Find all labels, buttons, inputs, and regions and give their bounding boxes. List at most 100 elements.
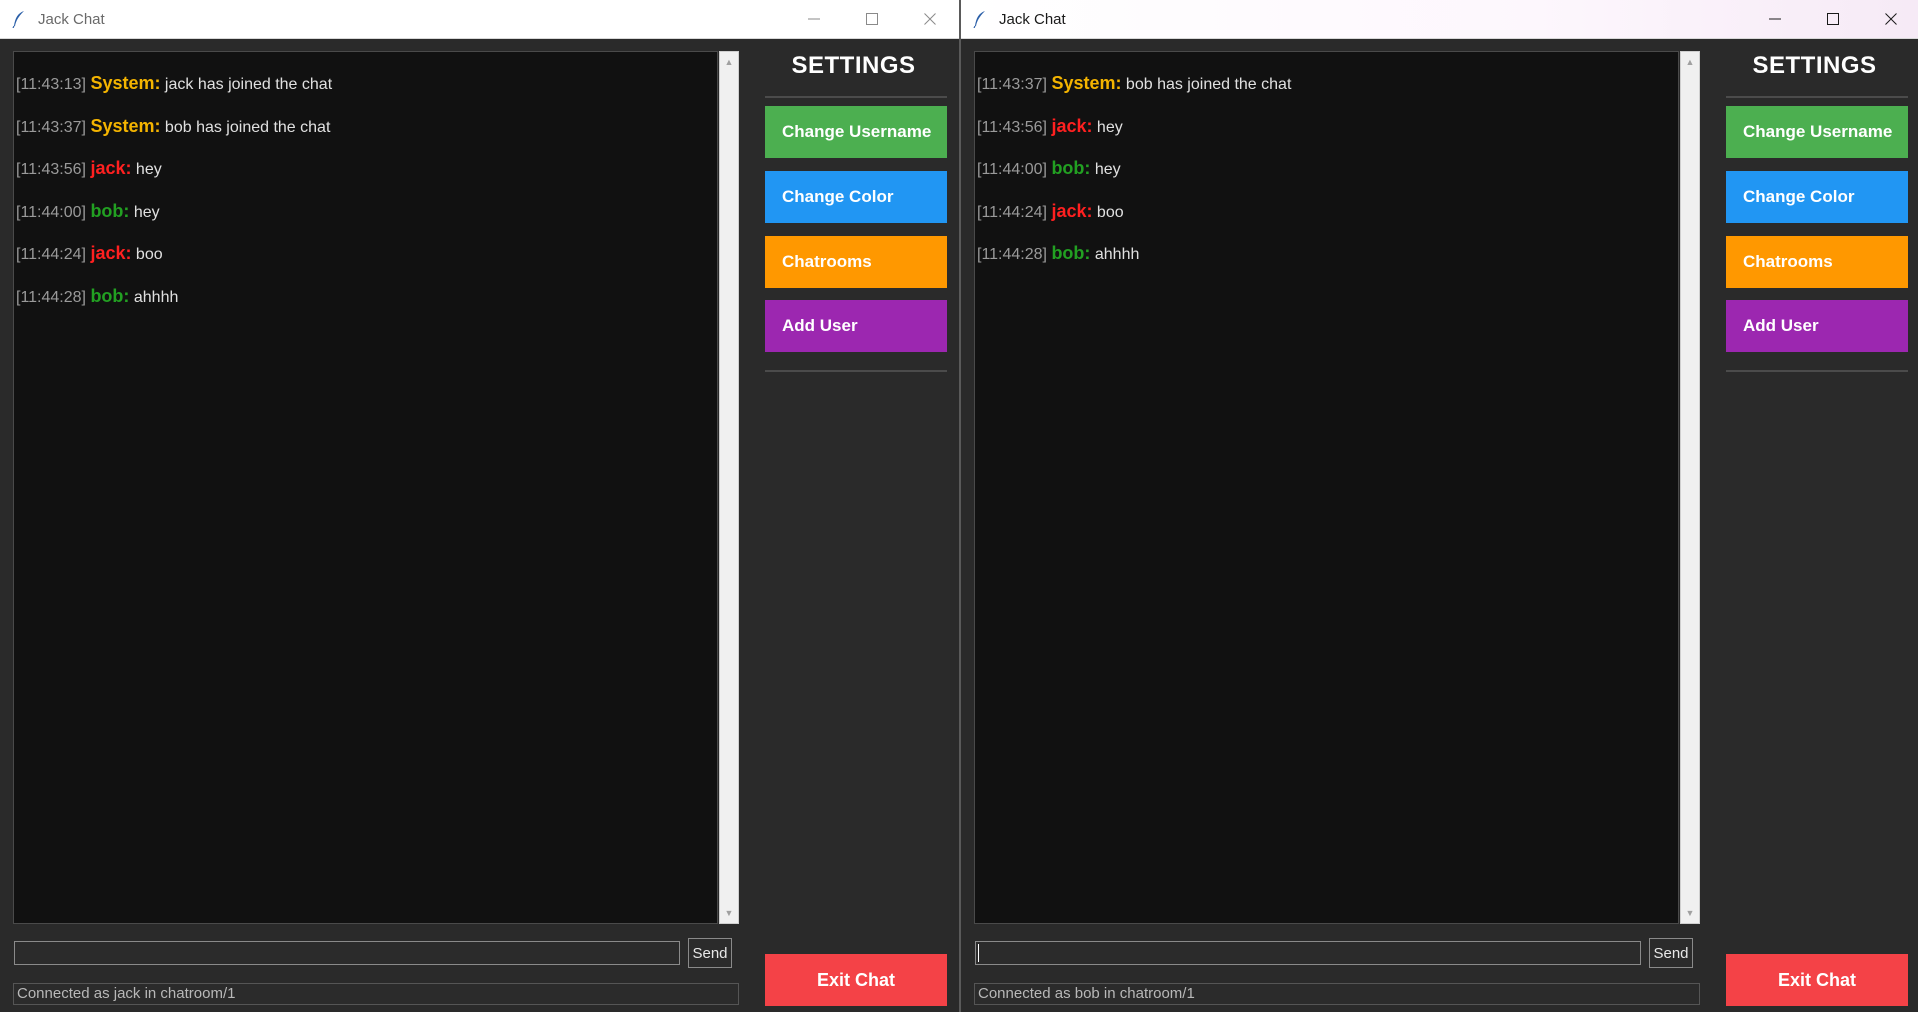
message-row: [11:43:56] jack: hey (16, 158, 717, 201)
message-row: [11:43:13] System: jack has joined the c… (16, 73, 717, 116)
change-color-button[interactable]: Change Color (1726, 171, 1908, 223)
message-text: hey (1096, 118, 1123, 136)
exit-chat-button[interactable]: Exit Chat (765, 954, 947, 1006)
chat-log[interactable]: [11:43:13] System: jack has joined the c… (13, 51, 718, 924)
message-row: [11:44:28] bob: ahhhh (977, 243, 1678, 286)
close-icon (1885, 13, 1897, 25)
settings-sidebar: SETTINGS Change Username Change Color Ch… (752, 39, 959, 1012)
minimize-button[interactable] (785, 0, 843, 38)
message-timestamp: [11:44:24] (977, 203, 1047, 221)
maximize-icon (866, 13, 878, 25)
chat-window-jack: Jack Chat [11:43:13] System: jack has jo… (0, 0, 959, 1012)
maximize-icon (1827, 13, 1839, 25)
message-timestamp: [11:43:56] (16, 161, 86, 178)
message-text: hey (1094, 161, 1121, 178)
message-timestamp: [11:43:37] (16, 118, 86, 136)
send-button[interactable]: Send (1649, 938, 1693, 968)
message-username: jack: (90, 158, 132, 178)
title-bar[interactable]: Jack Chat (0, 0, 959, 39)
change-color-button[interactable]: Change Color (765, 171, 947, 223)
chat-scrollbar[interactable]: ▲ ▼ (1680, 51, 1700, 924)
message-input[interactable] (975, 941, 1641, 965)
close-icon (924, 13, 936, 25)
message-text: ahhhh (1094, 246, 1140, 263)
message-text: boo (1096, 203, 1124, 221)
minimize-icon (1769, 18, 1781, 20)
scroll-up-arrow-icon[interactable]: ▲ (1681, 54, 1699, 70)
scroll-thumb[interactable] (1683, 70, 1697, 905)
chatrooms-button[interactable]: Chatrooms (1726, 236, 1908, 288)
message-list: [11:43:13] System: jack has joined the c… (14, 52, 717, 328)
title-bar[interactable]: Jack Chat (961, 0, 1918, 39)
desktop: Jack Chat [11:43:13] System: jack has jo… (0, 0, 1918, 1012)
window-title: Jack Chat (999, 10, 1066, 28)
message-username: bob: (90, 200, 130, 221)
chat-scrollbar[interactable]: ▲ ▼ (719, 51, 739, 924)
message-text: bob has joined the chat (164, 118, 331, 136)
scroll-down-arrow-icon[interactable]: ▼ (1681, 905, 1699, 921)
message-timestamp: [11:43:37] (977, 76, 1047, 93)
message-username: bob: (1051, 243, 1091, 263)
divider (765, 370, 947, 372)
chat-window-bob: Jack Chat [11:43:37] System: bob has joi… (961, 0, 1918, 1012)
close-button[interactable] (901, 0, 959, 38)
chat-log[interactable]: [11:43:37] System: bob has joined the ch… (974, 51, 1679, 924)
change-username-button[interactable]: Change Username (765, 106, 947, 158)
message-row: [11:43:37] System: bob has joined the ch… (16, 116, 717, 159)
settings-sidebar: SETTINGS Change Username Change Color Ch… (1713, 39, 1918, 1012)
add-user-button[interactable]: Add User (765, 300, 947, 352)
message-username: jack: (1051, 115, 1093, 136)
message-text: ahhhh (133, 288, 179, 306)
message-timestamp: [11:44:28] (977, 246, 1047, 263)
window-title: Jack Chat (38, 10, 105, 28)
settings-title: SETTINGS (791, 52, 916, 79)
exit-chat-button[interactable]: Exit Chat (1726, 954, 1908, 1006)
message-row: [11:43:56] jack: hey (977, 116, 1678, 159)
message-row: [11:44:00] bob: hey (16, 201, 717, 244)
chatrooms-button[interactable]: Chatrooms (765, 236, 947, 288)
maximize-button[interactable] (843, 0, 901, 38)
feather-icon (973, 11, 985, 28)
message-timestamp: [11:43:13] (16, 76, 86, 93)
change-username-button[interactable]: Change Username (1726, 106, 1908, 158)
message-input[interactable] (14, 941, 680, 965)
message-timestamp: [11:44:00] (977, 161, 1047, 178)
message-username: System: (90, 73, 161, 93)
message-username: jack: (90, 243, 132, 263)
maximize-button[interactable] (1804, 0, 1862, 38)
message-text: boo (135, 246, 163, 263)
message-timestamp: [11:43:56] (977, 118, 1047, 136)
message-timestamp: [11:44:00] (16, 203, 86, 221)
message-row: [11:44:24] jack: boo (977, 201, 1678, 244)
send-button[interactable]: Send (688, 938, 732, 968)
close-button[interactable] (1862, 0, 1918, 38)
settings-title: SETTINGS (1752, 52, 1877, 79)
divider (1726, 96, 1908, 98)
message-list: [11:43:37] System: bob has joined the ch… (975, 52, 1678, 286)
minimize-button[interactable] (1746, 0, 1804, 38)
message-row: [11:44:00] bob: hey (977, 158, 1678, 201)
message-row: [11:44:24] jack: boo (16, 243, 717, 286)
message-username: System: (1051, 73, 1122, 93)
message-username: bob: (1051, 158, 1091, 178)
status-bar: Connected as bob in chatroom/1 (974, 983, 1700, 1005)
status-bar: Connected as jack in chatroom/1 (13, 983, 739, 1005)
scroll-up-arrow-icon[interactable]: ▲ (720, 54, 738, 70)
add-user-button[interactable]: Add User (1726, 300, 1908, 352)
message-username: System: (90, 115, 161, 136)
message-username: jack: (1051, 200, 1093, 221)
divider (765, 96, 947, 98)
message-timestamp: [11:44:24] (16, 246, 86, 263)
message-text: hey (135, 161, 162, 178)
feather-icon (12, 11, 24, 28)
message-text: bob has joined the chat (1125, 76, 1292, 93)
message-username: bob: (90, 285, 130, 306)
text-caret (978, 944, 979, 962)
scroll-thumb[interactable] (722, 70, 736, 905)
message-text: jack has joined the chat (164, 76, 333, 93)
divider (1726, 370, 1908, 372)
message-timestamp: [11:44:28] (16, 288, 86, 306)
scroll-down-arrow-icon[interactable]: ▼ (720, 905, 738, 921)
message-row: [11:44:28] bob: ahhhh (16, 286, 717, 329)
message-row: [11:43:37] System: bob has joined the ch… (977, 73, 1678, 116)
